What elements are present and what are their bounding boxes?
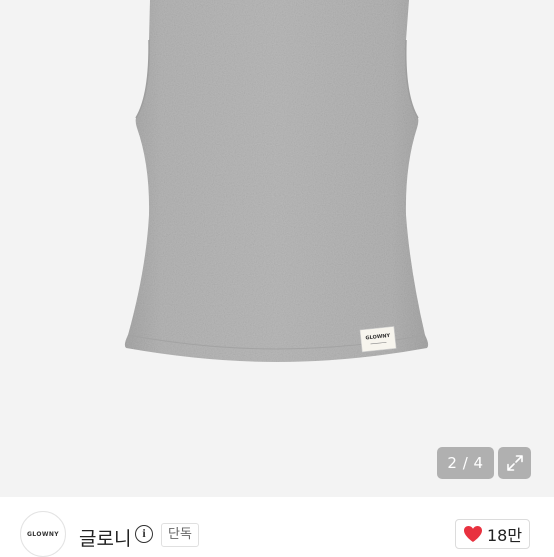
product-image-carousel[interactable]: GLOWNY 2 / 4 — [0, 0, 554, 497]
tank-top-body — [124, 0, 429, 362]
brand-bar: GLOWNY 글로니 i 단독 18만 — [0, 497, 554, 557]
exclusive-badge: 단독 — [161, 523, 199, 547]
info-icon[interactable]: i — [135, 525, 153, 543]
like-button[interactable]: 18만 — [455, 519, 530, 549]
like-count: 18만 — [486, 526, 523, 545]
expand-arrows-icon — [506, 455, 523, 471]
product-photo: GLOWNY — [124, 0, 429, 362]
garment-label: GLOWNY — [359, 326, 397, 353]
brand-logo-text: GLOWNY — [26, 530, 60, 538]
expand-button[interactable] — [498, 447, 531, 479]
heart-icon — [463, 526, 482, 542]
brand-name[interactable]: 글로니 — [79, 524, 131, 551]
carousel-page-indicator: 2 / 4 — [437, 447, 494, 479]
brand-logo[interactable]: GLOWNY — [20, 511, 66, 557]
